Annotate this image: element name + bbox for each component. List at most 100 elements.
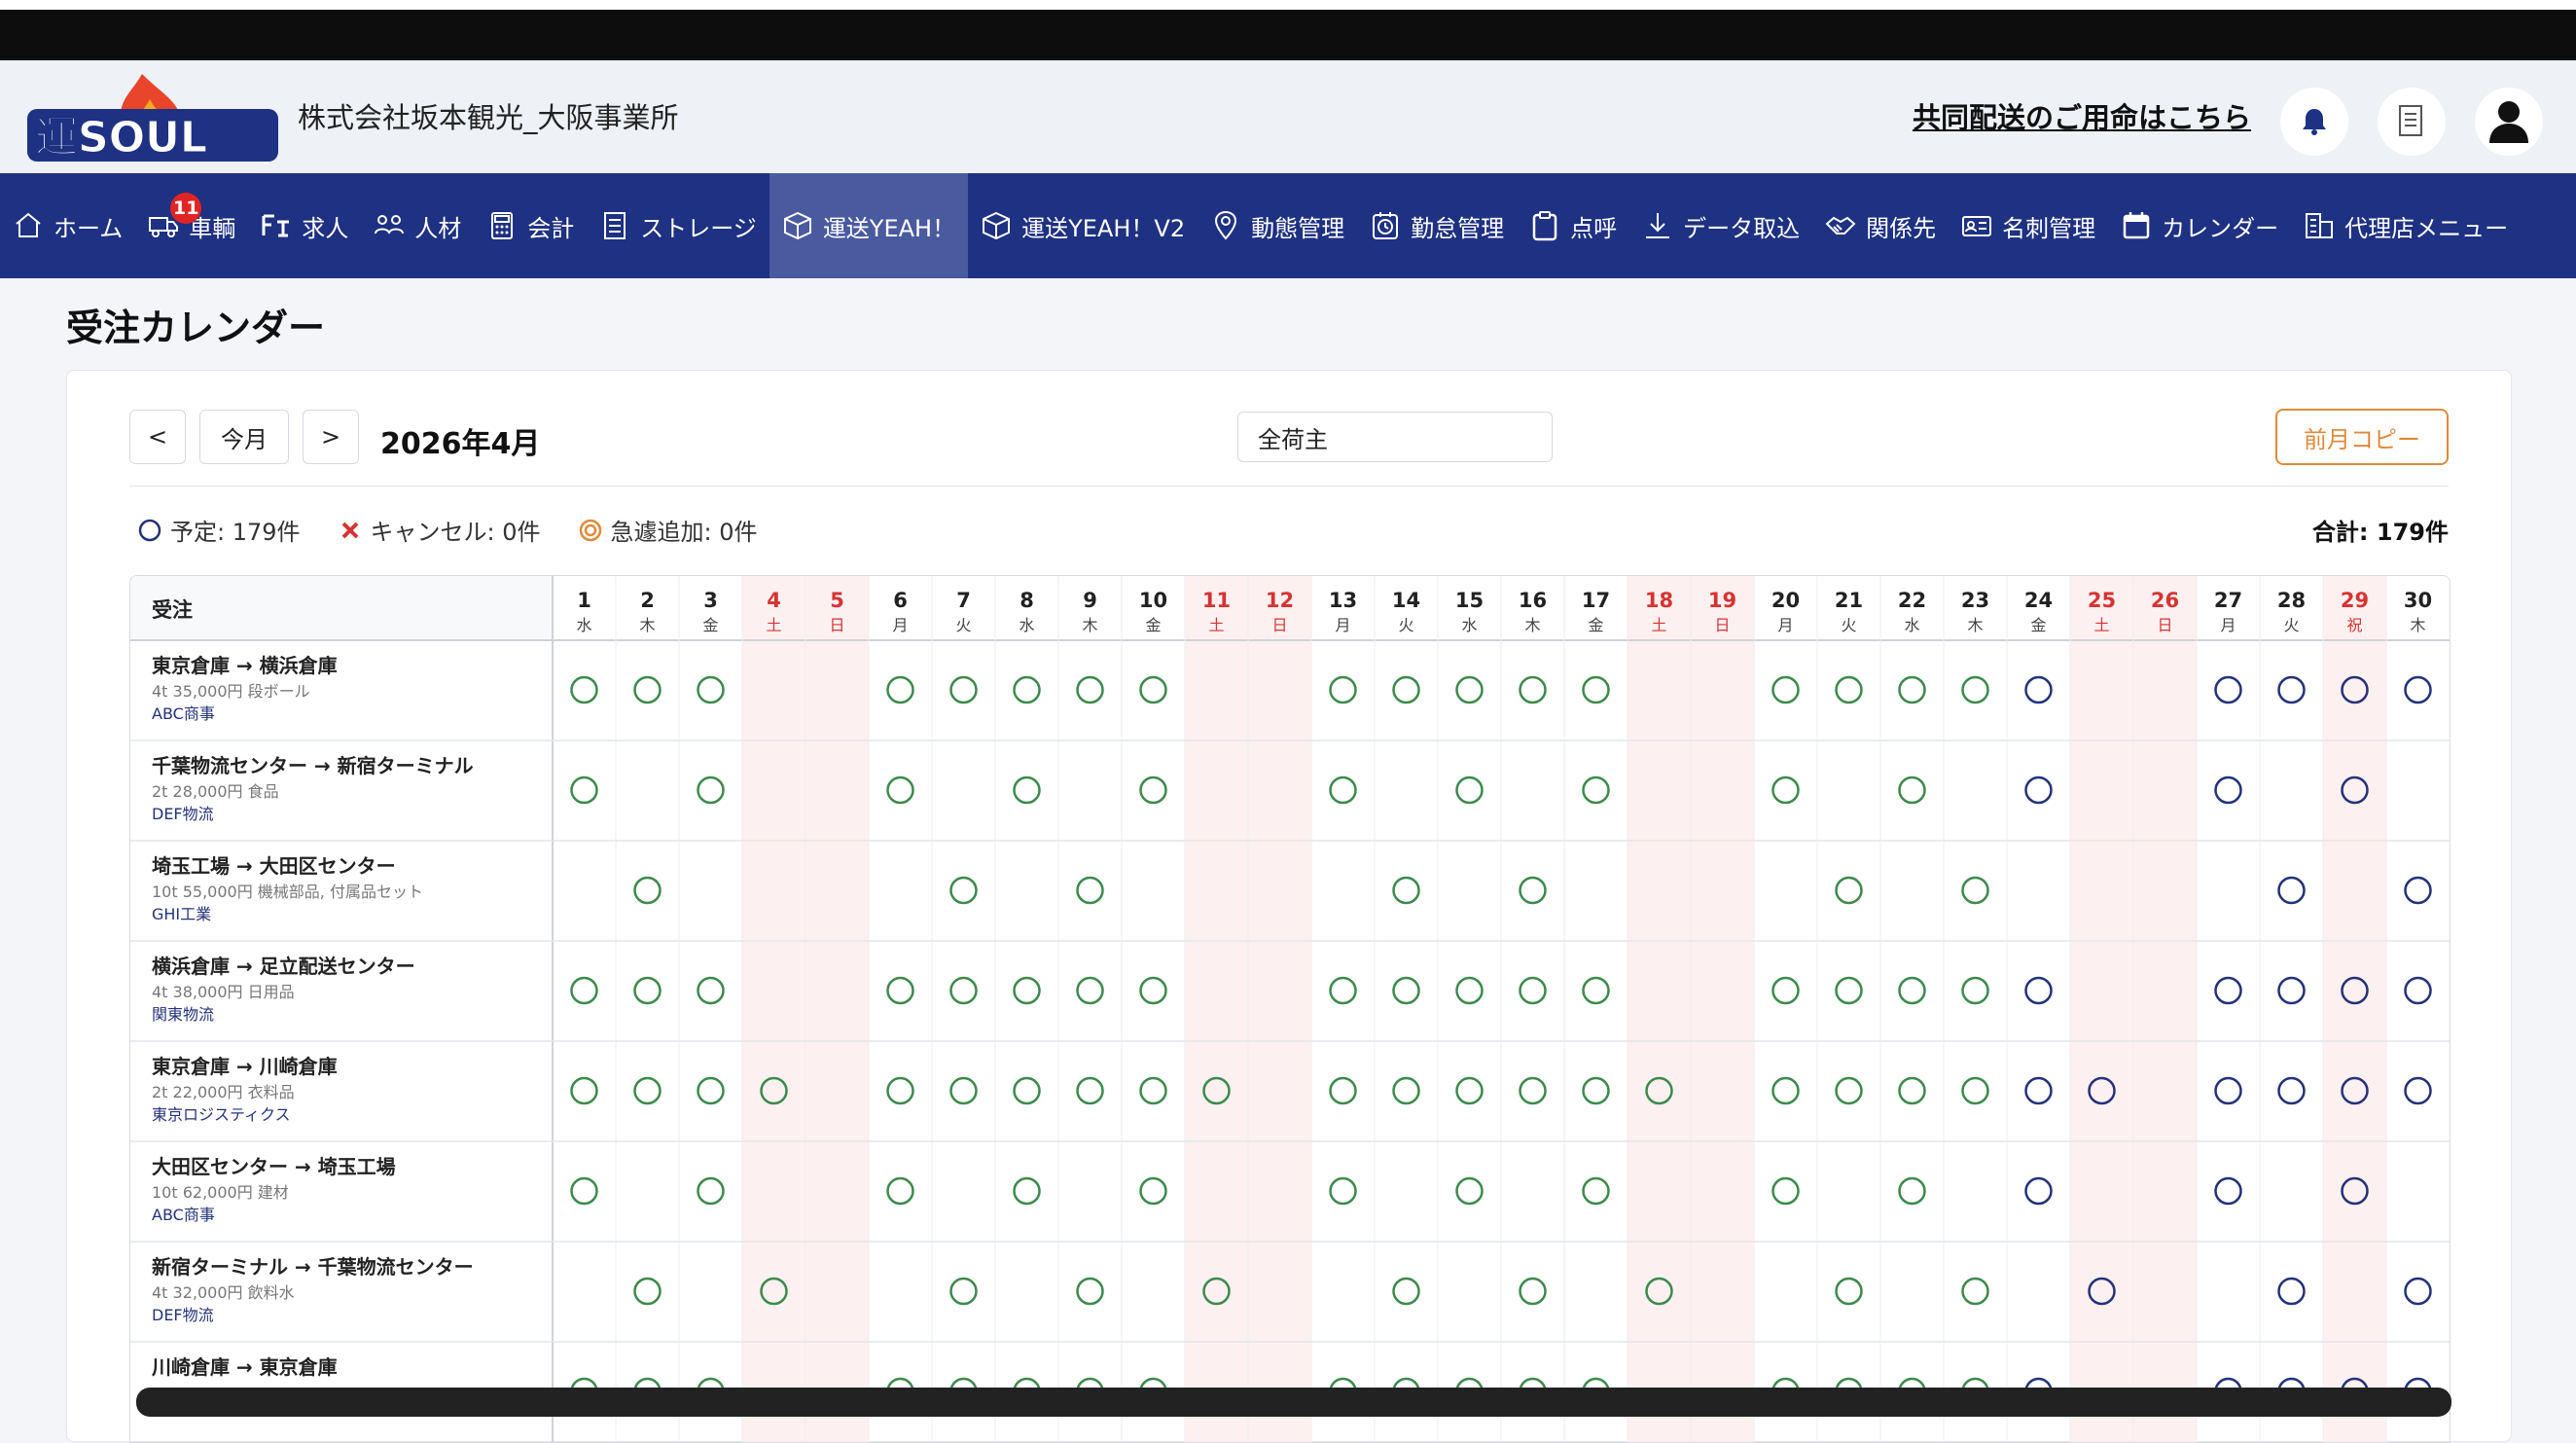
order-status-circle[interactable]: [1519, 675, 1547, 704]
order-status-circle[interactable]: [633, 1076, 662, 1105]
order-status-circle[interactable]: [1076, 976, 1104, 1005]
order-status-circle[interactable]: [1898, 776, 1926, 805]
order-status-circle[interactable]: [886, 1076, 914, 1105]
order-status-circle[interactable]: [633, 1277, 662, 1306]
order-status-circle[interactable]: [1329, 976, 1357, 1005]
nav-item-15[interactable]: 代理店メニュー: [2291, 173, 2521, 278]
order-status-circle[interactable]: [2024, 776, 2053, 805]
order-status-circle[interactable]: [1076, 675, 1104, 704]
order-status-circle[interactable]: [697, 976, 725, 1005]
order-status-circle[interactable]: [2214, 976, 2242, 1005]
order-status-circle[interactable]: [1329, 1176, 1357, 1206]
nav-item-8[interactable]: 動態管理: [1198, 173, 1357, 278]
order-status-circle[interactable]: [1898, 675, 1926, 704]
order-status-circle[interactable]: [1961, 876, 1989, 905]
order-status-circle[interactable]: [1076, 876, 1104, 905]
order-status-circle[interactable]: [633, 976, 662, 1005]
order-status-circle[interactable]: [2277, 876, 2306, 905]
order-status-circle[interactable]: [1392, 1076, 1420, 1105]
order-status-circle[interactable]: [633, 675, 662, 704]
nav-item-7[interactable]: 運送YEAH！V2: [968, 173, 1198, 278]
this-month-button[interactable]: 今月: [199, 410, 289, 464]
next-month-button[interactable]: >: [303, 410, 359, 464]
order-status-circle[interactable]: [1392, 1277, 1420, 1306]
order-status-circle[interactable]: [570, 1176, 598, 1206]
nav-item-0[interactable]: ホーム: [0, 173, 135, 278]
nav-item-4[interactable]: 会計: [474, 173, 587, 278]
order-status-circle[interactable]: [1835, 1076, 1863, 1105]
order-status-circle[interactable]: [1013, 1076, 1041, 1105]
prev-month-button[interactable]: <: [129, 410, 186, 464]
order-status-circle[interactable]: [1329, 776, 1357, 805]
order-status-circle[interactable]: [1771, 1176, 1800, 1206]
order-status-circle[interactable]: [2214, 675, 2242, 704]
order-status-circle[interactable]: [1898, 1176, 1926, 1206]
nav-item-11[interactable]: データ取込: [1629, 173, 1812, 278]
order-status-circle[interactable]: [1455, 675, 1484, 704]
order-status-circle[interactable]: [697, 1176, 725, 1206]
order-status-circle[interactable]: [949, 1076, 978, 1105]
order-status-circle[interactable]: [570, 976, 598, 1005]
order-status-circle[interactable]: [1835, 675, 1863, 704]
order-status-circle[interactable]: [1455, 1176, 1484, 1206]
order-status-circle[interactable]: [1329, 675, 1357, 704]
order-status-circle[interactable]: [1455, 1076, 1484, 1105]
order-status-circle[interactable]: [2277, 976, 2306, 1005]
order-status-circle[interactable]: [1013, 976, 1041, 1005]
order-status-circle[interactable]: [886, 1176, 914, 1206]
nav-item-9[interactable]: 勤怠管理: [1357, 173, 1517, 278]
order-status-circle[interactable]: [1961, 1076, 1989, 1105]
order-status-circle[interactable]: [2024, 675, 2053, 704]
order-status-circle[interactable]: [1013, 776, 1041, 805]
order-status-circle[interactable]: [2404, 976, 2432, 1005]
order-status-circle[interactable]: [2404, 1076, 2432, 1105]
order-status-circle[interactable]: [1139, 1076, 1167, 1105]
nav-item-1[interactable]: 車輌 11: [135, 173, 248, 278]
shared-delivery-link[interactable]: 共同配送のご用命はこちら: [1913, 95, 2251, 136]
order-status-circle[interactable]: [1139, 976, 1167, 1005]
order-status-circle[interactable]: [1139, 675, 1167, 704]
order-status-circle[interactable]: [1519, 1076, 1547, 1105]
order-status-circle[interactable]: [570, 1076, 598, 1105]
order-status-circle[interactable]: [2404, 1277, 2432, 1306]
order-status-circle[interactable]: [1771, 675, 1800, 704]
nav-item-6[interactable]: 運送YEAH！: [769, 173, 969, 278]
order-status-circle[interactable]: [2214, 776, 2242, 805]
order-status-circle[interactable]: [949, 976, 978, 1005]
nav-item-2[interactable]: 求人: [248, 173, 361, 278]
order-status-circle[interactable]: [1076, 1076, 1104, 1105]
copy-previous-month-button[interactable]: 前月コピー: [2275, 409, 2449, 465]
order-status-circle[interactable]: [886, 776, 914, 805]
order-status-circle[interactable]: [886, 675, 914, 704]
unsoul-logo[interactable]: 運SOUL: [23, 70, 282, 165]
order-status-circle[interactable]: [2024, 1076, 2053, 1105]
order-status-circle[interactable]: [2024, 1176, 2053, 1206]
order-status-circle[interactable]: [697, 1076, 725, 1105]
order-status-circle[interactable]: [1013, 1176, 1041, 1206]
order-status-circle[interactable]: [1771, 776, 1800, 805]
order-status-circle[interactable]: [1835, 1277, 1863, 1306]
order-status-circle[interactable]: [1392, 976, 1420, 1005]
order-status-circle[interactable]: [1835, 876, 1863, 905]
order-status-circle[interactable]: [2277, 1277, 2306, 1306]
order-status-circle[interactable]: [1898, 976, 1926, 1005]
order-status-circle[interactable]: [1392, 675, 1420, 704]
order-status-circle[interactable]: [1329, 1076, 1357, 1105]
shipper-select[interactable]: 全荷主: [1237, 412, 1553, 462]
notification-button[interactable]: [2280, 88, 2348, 156]
order-status-circle[interactable]: [1013, 675, 1041, 704]
order-status-circle[interactable]: [2404, 876, 2432, 905]
order-status-circle[interactable]: [1835, 976, 1863, 1005]
order-status-circle[interactable]: [570, 776, 598, 805]
order-status-circle[interactable]: [1582, 1076, 1610, 1105]
order-status-circle[interactable]: [570, 675, 598, 704]
nav-item-3[interactable]: 人材: [361, 173, 474, 278]
order-status-circle[interactable]: [2024, 976, 2053, 1005]
order-status-circle[interactable]: [1392, 876, 1420, 905]
order-status-circle[interactable]: [886, 976, 914, 1005]
order-status-circle[interactable]: [1519, 976, 1547, 1005]
nav-item-10[interactable]: 点呼: [1517, 173, 1629, 278]
order-status-circle[interactable]: [1582, 776, 1610, 805]
order-status-circle[interactable]: [1519, 876, 1547, 905]
order-status-circle[interactable]: [2404, 675, 2432, 704]
